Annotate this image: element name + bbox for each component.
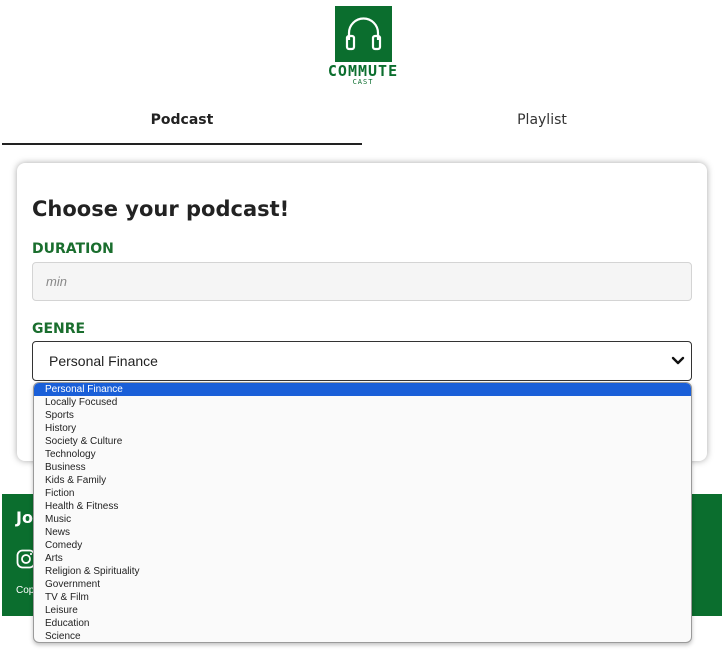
genre-option[interactable]: Science: [34, 630, 691, 642]
footer-title: Jo: [16, 508, 33, 527]
genre-option[interactable]: Business: [34, 461, 691, 474]
genre-option[interactable]: Personal Finance: [34, 383, 691, 396]
tab-podcast[interactable]: Podcast: [2, 100, 362, 145]
genre-option[interactable]: Music: [34, 513, 691, 526]
genre-option[interactable]: Fiction: [34, 487, 691, 500]
genre-option[interactable]: Society & Culture: [34, 435, 691, 448]
app-logo[interactable]: COMMUTE CAST: [313, 6, 413, 88]
genre-option[interactable]: Government: [34, 578, 691, 591]
genre-option[interactable]: Religion & Spirituality: [34, 565, 691, 578]
genre-option[interactable]: Sports: [34, 409, 691, 422]
chevron-down-icon: [671, 353, 685, 374]
duration-input[interactable]: [32, 262, 692, 301]
logo-title: COMMUTE: [327, 62, 399, 80]
genre-label: GENRE: [32, 321, 86, 337]
genre-option[interactable]: Kids & Family: [34, 474, 691, 487]
tab-playlist[interactable]: Playlist: [362, 100, 722, 145]
genre-option[interactable]: Arts: [34, 552, 691, 565]
genre-selected-value: Personal Finance: [49, 353, 158, 369]
logo-subtitle: CAST: [352, 78, 374, 86]
genre-option[interactable]: News: [34, 526, 691, 539]
genre-option[interactable]: Comedy: [34, 539, 691, 552]
genre-option[interactable]: Education: [34, 617, 691, 630]
genre-dropdown-list: Personal Finance Locally Focused Sports …: [33, 382, 692, 643]
duration-label: DURATION: [32, 241, 114, 257]
page-title: Choose your podcast!: [32, 197, 290, 221]
genre-option[interactable]: History: [34, 422, 691, 435]
genre-option[interactable]: Technology: [34, 448, 691, 461]
tab-bar: Podcast Playlist: [2, 100, 722, 146]
genre-option[interactable]: Locally Focused: [34, 396, 691, 409]
genre-option[interactable]: Health & Fitness: [34, 500, 691, 513]
headphones-icon: [335, 6, 392, 62]
genre-option[interactable]: Leisure: [34, 604, 691, 617]
genre-select[interactable]: Personal Finance: [32, 341, 692, 381]
genre-option[interactable]: TV & Film: [34, 591, 691, 604]
footer-copyright: Cop: [16, 585, 35, 596]
